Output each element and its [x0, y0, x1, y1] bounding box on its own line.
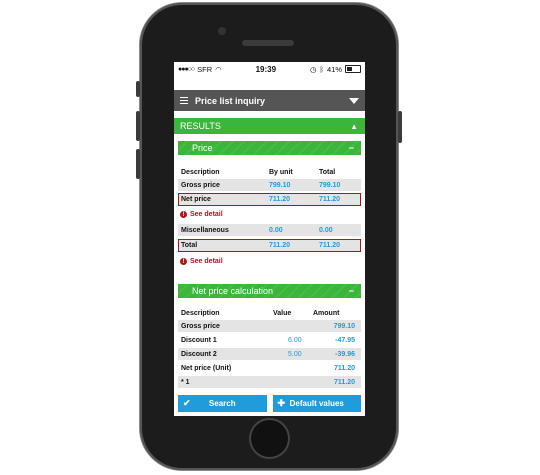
alarm-icon: ◷ [309, 64, 317, 74]
chevron-down-icon[interactable] [349, 97, 359, 104]
volume-up-button [136, 111, 140, 141]
wifi-icon: ◠ [215, 64, 222, 74]
alert-icon: ! [180, 258, 187, 265]
see-detail-link[interactable]: ! See detail [180, 211, 223, 218]
battery-percent: 41% [326, 64, 342, 74]
signal-icon: ●●●○○ [178, 65, 195, 73]
net-price-table: Description Value Amount Gross price 799… [178, 301, 361, 393]
results-header[interactable]: RESULTS ▲ [174, 118, 365, 134]
results-label: RESULTS [180, 121, 221, 131]
chevron-up-icon[interactable]: ▲ [350, 122, 358, 131]
table-header: Description By unit Total [181, 168, 336, 176]
screen: ●●●○○ SFR ◠ 19:39 ◷ ᛒ 41% Price list inq… [174, 62, 365, 416]
plus-icon: ✚ [277, 398, 286, 408]
table-header: Description Value Amount [181, 309, 340, 317]
bluetooth-icon: ᛒ [319, 64, 324, 74]
home-button[interactable] [251, 420, 288, 457]
page-title: Price list inquiry [195, 95, 266, 106]
price-section-title: Price [192, 143, 213, 153]
table-row: Gross price 799.10 799.10 [178, 179, 361, 191]
table-row: Miscellaneous 0.00 0.00 [178, 224, 361, 236]
power-button [398, 111, 402, 143]
collapse-icon[interactable]: − [349, 286, 354, 296]
default-values-button[interactable]: ✚ Default values [272, 395, 361, 412]
phone-frame: ●●●○○ SFR ◠ 19:39 ◷ ᛒ 41% Price list inq… [136, 3, 402, 470]
app-header: Price list inquiry [174, 90, 365, 111]
carrier-label: SFR [197, 64, 213, 74]
table-row: Discount 2 5.00 -39.96 [178, 348, 361, 360]
battery-icon [345, 65, 361, 73]
net-price-section-header[interactable]: Net price calculation − [178, 284, 361, 298]
action-bar: ✔ Search ✚ Default values [178, 395, 361, 412]
menu-icon[interactable] [180, 96, 188, 105]
net-price-section-title: Net price calculation [192, 286, 274, 296]
status-bar: ●●●○○ SFR ◠ 19:39 ◷ ᛒ 41% [174, 62, 365, 76]
search-button[interactable]: ✔ Search [178, 395, 267, 412]
table-row: * 1 711.20 [178, 376, 361, 388]
table-row: Net price (Unit) 711.20 [181, 364, 355, 372]
table-row: Gross price 799.10 [178, 320, 361, 332]
table-row: Discount 1 6.00 -47.95 [181, 336, 355, 344]
check-icon: ✔ [183, 398, 191, 408]
table-row-total: Total 711.20 711.20 [178, 239, 361, 252]
front-camera [218, 27, 226, 35]
table-row-net-price: Net price 711.20 711.20 [178, 193, 361, 206]
alert-icon: ! [180, 211, 187, 218]
price-table: Description By unit Total Gross price 79… [178, 158, 361, 273]
price-section-header[interactable]: Price − [178, 141, 361, 155]
see-detail-link[interactable]: ! See detail [180, 258, 223, 265]
collapse-icon[interactable]: − [349, 143, 354, 153]
earpiece-speaker [242, 40, 294, 46]
clock: 19:39 [255, 64, 277, 74]
volume-down-button [136, 149, 140, 179]
mute-switch [136, 81, 140, 97]
